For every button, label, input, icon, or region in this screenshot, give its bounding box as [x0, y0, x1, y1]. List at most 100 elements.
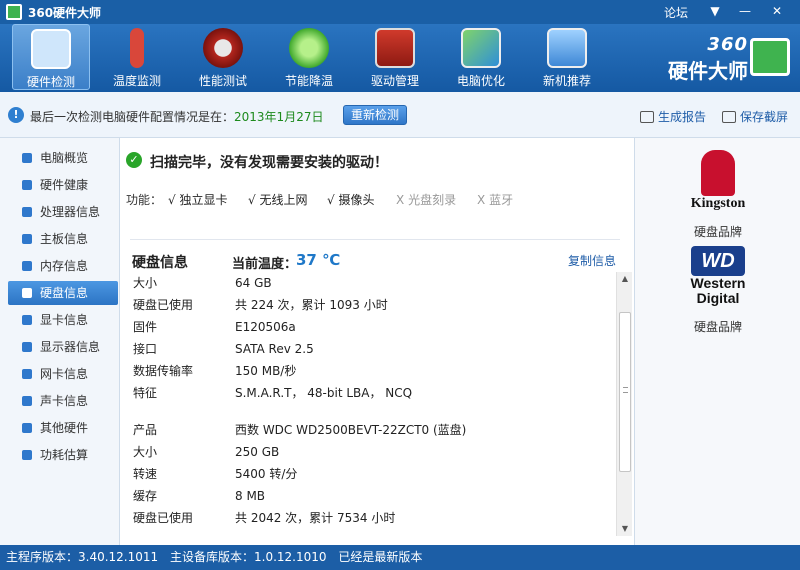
feature-mark: √	[248, 193, 256, 207]
row-value: S.M.A.R.T， 48-bit LBA， NCQ	[235, 386, 413, 400]
forum-link[interactable]: 论坛	[664, 4, 688, 21]
brand-name: 硬件大师	[668, 59, 748, 83]
sidebar-item-label: 声卡信息	[40, 394, 89, 408]
copy-info-link[interactable]: 复制信息	[568, 252, 616, 269]
monitor-magnifier-icon	[31, 29, 71, 69]
tool-label: 驱动管理	[370, 74, 419, 88]
tool-hardware-detect[interactable]: 硬件检测	[12, 24, 90, 90]
menu-dropdown-icon[interactable]: ▼	[700, 0, 730, 22]
brand-panel: Kingston 硬盘品牌 WD Western Digital 硬盘品牌	[634, 138, 800, 545]
update-status: 已经是最新版本	[338, 550, 423, 564]
scroll-up-icon[interactable]: ▲	[617, 272, 633, 286]
sidebar-item-power[interactable]: 功耗估算	[8, 443, 118, 467]
row-value: 西数 WDC WD2500BEVT-22ZCT0 (蓝盘)	[235, 423, 467, 437]
last-check-label: 最后一次检测电脑硬件配置情况是在：	[30, 110, 235, 124]
computer-award-icon	[547, 28, 587, 68]
info-row: 特征 S.M.A.R.T， 48-bit LBA， NCQ	[133, 382, 613, 404]
toolbox-icon	[375, 28, 415, 68]
title-bar: 360硬件大师 论坛 ▼ — ✕	[0, 0, 800, 24]
vertical-scrollbar[interactable]: ▲ ▼	[616, 272, 632, 536]
bullet-icon	[22, 261, 32, 271]
feature-label: 独立显卡	[179, 193, 228, 207]
sidebar-item-label: 网卡信息	[40, 367, 89, 381]
bullet-icon	[22, 207, 32, 217]
row-value: E120506a	[235, 320, 296, 334]
info-row: 大小 250 GB	[133, 441, 613, 463]
row-key: 接口	[133, 342, 158, 356]
tool-performance[interactable]: 性能测试	[184, 24, 262, 90]
brand-caption: 硬盘品牌	[693, 320, 742, 334]
db-version: 主设备库版本：1.0.12.1010	[170, 550, 327, 564]
sidebar-item-label: 处理器信息	[40, 205, 101, 219]
sidebar-item-memory[interactable]: 内存信息	[8, 254, 118, 278]
sidebar-item-display[interactable]: 显示器信息	[8, 335, 118, 359]
row-value: SATA Rev 2.5	[235, 342, 314, 356]
sidebar-item-label: 硬盘信息	[40, 286, 89, 300]
feature-mark: √	[327, 193, 335, 207]
tool-label: 性能测试	[198, 74, 247, 88]
scroll-down-icon[interactable]: ▼	[617, 522, 633, 536]
sidebar-item-gpu[interactable]: 显卡信息	[8, 308, 118, 332]
tool-label: 温度监测	[112, 74, 161, 88]
app-logo-icon	[6, 4, 22, 20]
sidebar-item-cpu[interactable]: 处理器信息	[8, 200, 118, 224]
bullet-icon	[22, 342, 32, 352]
feature-mark: X	[477, 193, 486, 207]
sidebar-item-label: 内存信息	[40, 259, 89, 273]
info-bar: ! 最后一次检测电脑硬件配置情况是在：2013年1月27日 重新检测 生成报告 …	[0, 92, 800, 138]
minimize-icon[interactable]: —	[730, 0, 760, 22]
row-key: 数据传输率	[133, 364, 194, 378]
tool-energy[interactable]: 节能降温	[270, 24, 348, 90]
status-bar: 主程序版本：3.40.12.1011 主设备库版本：1.0.12.1010 已经…	[0, 545, 800, 570]
recheck-button[interactable]: 重新检测	[343, 105, 407, 125]
feature-label: 光盘刻录	[408, 193, 457, 207]
scroll-thumb[interactable]	[619, 312, 631, 472]
row-value: 共 2042 次，累计 7534 小时	[235, 511, 396, 525]
app-title: 360硬件大师	[28, 5, 102, 20]
sidebar-item-health[interactable]: 硬件健康	[8, 173, 118, 197]
clover-icon	[289, 28, 329, 68]
program-version: 主程序版本：3.40.12.1011	[6, 550, 159, 564]
report-label: 生成报告	[658, 110, 707, 124]
row-key: 大小	[133, 276, 158, 290]
sidebar-item-network[interactable]: 网卡信息	[8, 362, 118, 386]
feature-burner: X 光盘刻录	[396, 191, 456, 208]
info-row: 固件 E120506a	[133, 316, 613, 338]
close-icon[interactable]: ✕	[762, 0, 792, 22]
sidebar-item-motherboard[interactable]: 主板信息	[8, 227, 118, 251]
row-key: 固件	[133, 320, 158, 334]
brand-number: 360	[707, 34, 748, 55]
sidebar-item-overview[interactable]: 电脑概览	[8, 146, 118, 170]
tool-recommend[interactable]: 新机推荐	[528, 24, 606, 90]
row-key: 大小	[133, 445, 158, 459]
tool-temperature[interactable]: 温度监测	[98, 24, 176, 90]
sidebar-item-other[interactable]: 其他硬件	[8, 416, 118, 440]
feature-mark: X	[396, 193, 405, 207]
row-key: 硬盘已使用	[133, 511, 194, 525]
camera-icon	[722, 111, 736, 123]
brand-text: 360 硬件大师	[668, 34, 748, 84]
info-row: 数据传输率 150 MB/秒	[133, 360, 613, 382]
feature-wifi: √ 无线上网	[248, 191, 308, 208]
bullet-icon	[22, 396, 32, 406]
tool-label: 新机推荐	[542, 74, 591, 88]
save-label: 保存截屏	[740, 110, 789, 124]
bullet-icon	[22, 315, 32, 325]
row-value: 64 GB	[235, 276, 272, 290]
main-toolbar: 硬件检测 温度监测 性能测试 节能降温 驱动管理 电脑优化 新机推荐 360 硬…	[0, 24, 800, 92]
save-screenshot-button[interactable]: 保存截屏	[722, 108, 788, 125]
wd-logo-line1: Western	[690, 275, 746, 291]
last-check-date: 2013年1月27日	[234, 110, 324, 124]
bullet-icon	[22, 234, 32, 244]
brand-caption: 硬盘品牌	[693, 225, 742, 239]
tool-driver[interactable]: 驱动管理	[356, 24, 434, 90]
row-key: 硬盘已使用	[133, 298, 194, 312]
sidebar-item-sound[interactable]: 声卡信息	[8, 389, 118, 413]
grip-icon	[623, 387, 628, 393]
generate-report-button[interactable]: 生成报告	[640, 108, 706, 125]
kingston-head-icon	[701, 150, 735, 196]
tool-optimize[interactable]: 电脑优化	[442, 24, 520, 90]
sidebar-item-disk[interactable]: 硬盘信息	[8, 281, 118, 305]
temperature-label: 当前温度：	[232, 257, 298, 272]
info-row: 硬盘已使用 共 224 次，累计 1093 小时	[133, 294, 613, 316]
